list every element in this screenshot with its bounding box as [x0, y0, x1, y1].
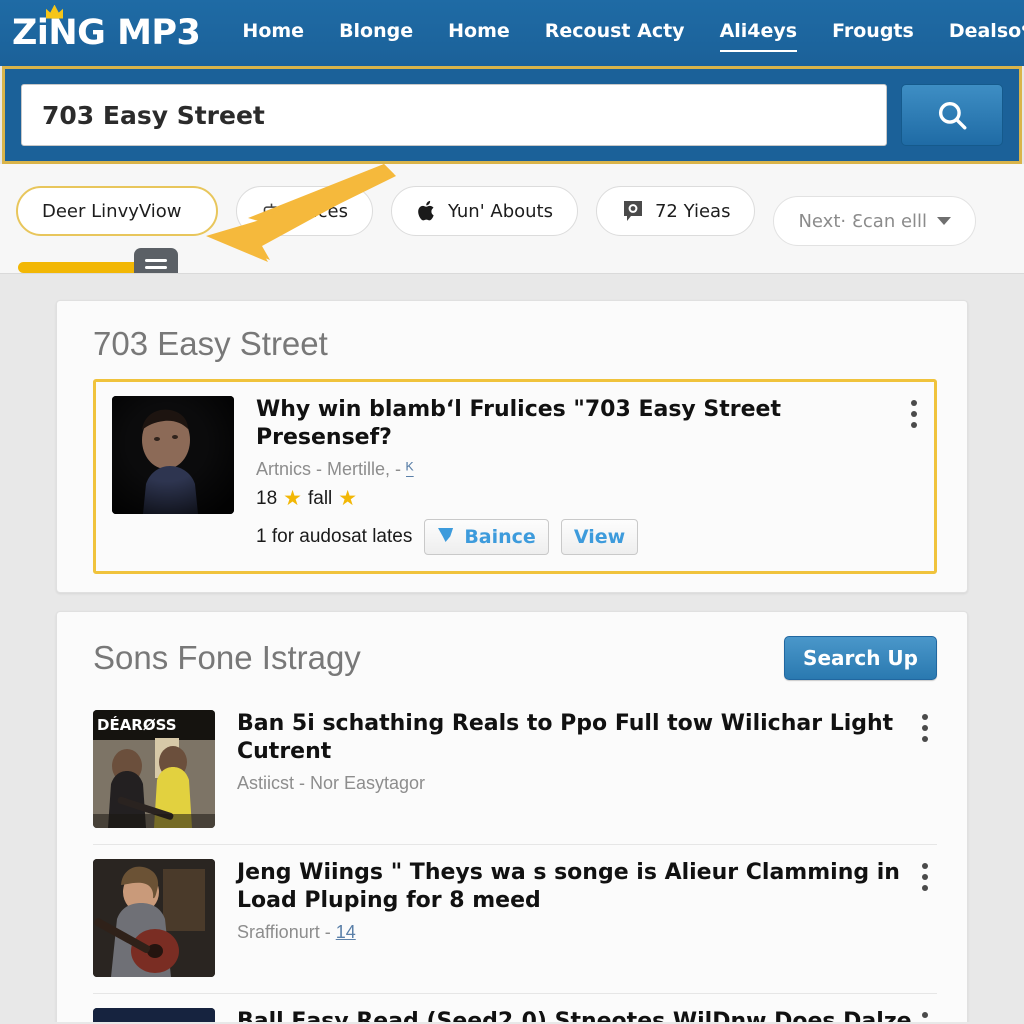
nav-item-5[interactable]: Frougts — [832, 20, 914, 46]
rating-count: 18 — [256, 487, 278, 509]
filter-chip-3-label: 72 Yieas — [654, 200, 731, 222]
filter-chip-1-label: ellices — [291, 200, 348, 222]
nav-item-6[interactable]: Dealsoᵉ — [949, 20, 1024, 46]
more-vertical-icon[interactable] — [913, 1012, 937, 1022]
result-title[interactable]: Ball Easy Read (Seed2.0) Stneotes WilDnw… — [237, 1008, 919, 1022]
result-thumbnail-guitarist — [93, 859, 215, 977]
filter-chip-2[interactable]: Yun' Abouts — [390, 186, 578, 236]
result-row[interactable]: Jeng Wiings " Theys wa s songe is Alieur… — [93, 844, 937, 993]
filter-chip-3[interactable]: 72 Yieas — [595, 186, 756, 236]
result-meta-link[interactable]: 14 — [336, 922, 356, 942]
top-navigation-bar: ZiNG MP3 Home Blonge Home Recoust Acty A… — [0, 0, 1024, 66]
view-button[interactable]: View — [560, 519, 639, 555]
chat-bubble-icon — [621, 198, 645, 224]
filter-chip-1[interactable]: ellices — [235, 186, 373, 236]
star-icon: ★ — [283, 487, 302, 510]
crown-icon — [46, 4, 63, 19]
search-submit-button[interactable] — [901, 84, 1003, 146]
nav-item-3[interactable]: Recoust Acty — [545, 20, 685, 46]
filter-chip-4-dropdown[interactable]: Next· Ɛcan elll — [773, 196, 977, 246]
result-thumbnail-portrait — [112, 396, 234, 514]
result-action-text: 1 for audosat lates — [256, 526, 413, 547]
nav-item-1[interactable]: Blonge — [339, 20, 413, 46]
result-meta: Sraffionurt - 14 — [237, 922, 919, 943]
rating-mid-label: fall — [307, 487, 333, 509]
section-card-1: Sons Fone Istragy Search Up DÉARØSS Ban … — [56, 611, 968, 1022]
result-title[interactable]: Why win blambʻl Frulices "703 Easy Stree… — [256, 396, 906, 451]
result-row[interactable]: DÉARØSS Ban 5i schathing Reals to Ppo Fu… — [93, 696, 937, 844]
progress-indicator-row — [18, 248, 178, 273]
result-row-partial[interactable]: Ball Easy Read (Seed2.0) Stneotes WilDnw… — [93, 993, 937, 1022]
section-1-header: Sons Fone Istragy Search Up — [93, 636, 937, 680]
nav-item-4-active[interactable]: Ali4eys — [719, 20, 797, 52]
result-action-row: 1 for audosat lates Baince View — [256, 519, 906, 555]
hamburger-menu-icon[interactable] — [134, 248, 178, 273]
apple-icon — [416, 199, 438, 223]
filter-chip-0-label: Deer LinvyViow — [42, 200, 182, 222]
result-thumbnail-band: DÉARØSS — [93, 710, 215, 828]
result-thumbnail-blue-portrait — [93, 1008, 215, 1022]
star-icon-2: ★ — [338, 487, 358, 510]
site-logo[interactable]: ZiNG MP3 — [12, 4, 201, 53]
view-button-label: View — [573, 526, 626, 548]
main-content: 703 Easy Street Why win blambʻl Frulices… — [0, 274, 1024, 1022]
progress-bar — [18, 261, 142, 273]
result-title[interactable]: Ban 5i schathing Reals to Ppo Full tow W… — [237, 710, 919, 765]
search-bar-container — [2, 66, 1022, 164]
search-icon — [935, 98, 969, 132]
nav-item-0[interactable]: Home — [242, 20, 304, 46]
logo-text: ZiNG MP3 — [12, 12, 201, 53]
twitter-bird-icon — [437, 526, 456, 548]
search-input[interactable] — [21, 84, 887, 146]
robot-icon — [261, 201, 282, 222]
result-meta-link[interactable]: ᴷ — [406, 459, 414, 479]
nav-item-2[interactable]: Home — [448, 20, 510, 46]
section-card-0: 703 Easy Street Why win blambʻl Frulices… — [56, 300, 968, 593]
nav-links: Home Blonge Home Recoust Acty Ali4eys Fr… — [242, 20, 1024, 52]
filter-chip-0[interactable]: Deer LinvyViow — [16, 186, 218, 236]
result-row-highlighted[interactable]: Why win blambʻl Frulices "703 Easy Stree… — [93, 379, 937, 574]
filter-chips-bar: Deer LinvyViow ellices Yun' Abouts 72 Yi… — [0, 164, 1024, 274]
result-title[interactable]: Jeng Wiings " Theys wa s songe is Alieur… — [237, 859, 919, 914]
share-button-label: Baince — [464, 526, 536, 548]
more-vertical-icon[interactable] — [902, 400, 926, 428]
section-1-title: Sons Fone Istragy — [93, 639, 361, 676]
result-meta: Astiicst - Nor Easytagor — [237, 773, 426, 793]
result-meta-text: Artnics - Mertille, - — [256, 459, 407, 479]
chevron-down-icon — [937, 216, 952, 226]
result-meta: Artnics - Mertille, - ᴷ — [256, 459, 906, 480]
result-meta-text: Sraffionurt - — [237, 922, 336, 942]
filter-chip-2-label: Yun' Abouts — [447, 200, 553, 222]
section-0-title: 703 Easy Street — [93, 325, 328, 362]
filter-chip-4-label: Next· Ɛcan elll — [798, 210, 928, 232]
share-button[interactable]: Baince — [424, 519, 549, 555]
section-0-header: 703 Easy Street — [93, 325, 937, 363]
result-rating-row: 18 ★ fall ★ — [256, 486, 906, 511]
more-vertical-icon[interactable] — [913, 863, 937, 891]
svg-text:DÉARØSS: DÉARØSS — [97, 715, 177, 734]
more-vertical-icon[interactable] — [913, 714, 937, 742]
search-up-button[interactable]: Search Up — [784, 636, 937, 680]
